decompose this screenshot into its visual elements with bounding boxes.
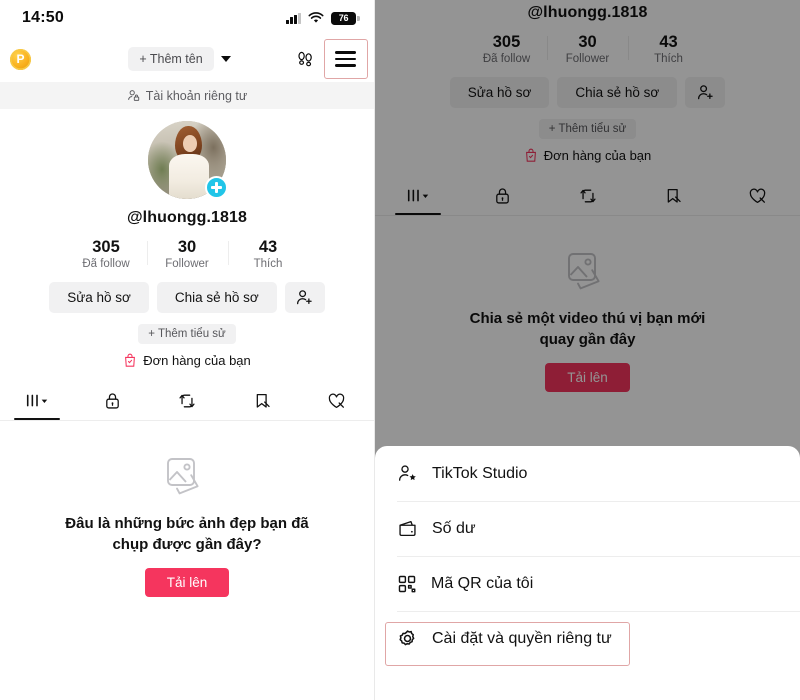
upload-button[interactable]: Tải lên xyxy=(144,568,230,597)
avatar-wrap[interactable] xyxy=(148,121,228,199)
status-time: 14:50 xyxy=(22,9,64,26)
hamburger-menu-icon[interactable] xyxy=(335,51,357,67)
stat-value: 43 xyxy=(258,238,278,256)
tab-saved[interactable] xyxy=(224,382,299,420)
menu-item-tiktok-studio[interactable]: TikTok Studio xyxy=(375,446,800,501)
photo-stack-icon xyxy=(162,455,212,499)
empty-state-photos: Đâu là những bức ảnh đẹp bạn đã chụp đượ… xyxy=(0,455,374,597)
stat-likes[interactable]: 43 Thích xyxy=(227,238,309,270)
stat-label: Thích xyxy=(253,258,283,270)
stat-label: Đã follow xyxy=(82,258,130,270)
tab-grid[interactable] xyxy=(0,382,75,420)
footprints-icon[interactable] xyxy=(290,44,320,74)
edit-profile-button[interactable]: Sửa hồ sơ xyxy=(49,282,149,313)
add-bio-chip[interactable]: + Thêm tiểu sử xyxy=(138,324,236,344)
stat-value: 30 xyxy=(177,238,197,256)
cellular-bars-icon xyxy=(286,12,301,24)
profile-handle: @lhuongg.1818 xyxy=(126,209,248,226)
profile-header: @lhuongg.1818 305 Đã follow 30 Follower … xyxy=(0,109,374,421)
screen: 14:50 76 P + Thêm tên Tài khoản riêng tư… xyxy=(0,0,800,700)
tab-repost[interactable] xyxy=(150,382,225,420)
menu-item-label: Số dư xyxy=(432,519,476,537)
your-orders-row[interactable]: Đơn hàng của bạn xyxy=(123,353,251,368)
status-bar: 14:50 76 xyxy=(0,0,374,36)
share-profile-button[interactable]: Chia sẻ hồ sơ xyxy=(156,282,277,313)
top-nav: P + Thêm tên xyxy=(0,36,374,82)
your-orders-label: Đơn hàng của bạn xyxy=(143,353,251,368)
shopping-bag-icon xyxy=(123,353,137,368)
menu-item-label: Cài đặt và quyền riêng tư xyxy=(432,629,612,647)
gear-icon xyxy=(397,628,418,649)
stat-label: Follower xyxy=(165,258,209,270)
left-phone-panel: 14:50 76 P + Thêm tên Tài khoản riêng tư… xyxy=(0,0,375,700)
battery-icon: 76 xyxy=(331,11,360,25)
profile-actions: Sửa hồ sơ Chia sẻ hồ sơ xyxy=(49,282,325,313)
battery-level: 76 xyxy=(338,13,349,23)
tab-liked[interactable] xyxy=(299,382,374,420)
empty-state-title: Đâu là những bức ảnh đẹp bạn đã chụp đượ… xyxy=(65,515,309,553)
person-lock-icon xyxy=(127,89,140,102)
add-name-chip[interactable]: + Thêm tên xyxy=(128,47,214,71)
right-phone-panel: @lhuongg.1818 305 Đã follow 30 Follower … xyxy=(375,0,800,700)
menu-item-label: Mã QR của tôi xyxy=(431,574,534,592)
bottom-sheet-menu: TikTok Studio Số dư Mã QR của tôi Cài đặ… xyxy=(375,446,800,700)
wallet-icon xyxy=(397,518,418,539)
add-person-icon[interactable] xyxy=(284,282,325,313)
private-account-banner: Tài khoản riêng tư xyxy=(0,82,374,109)
add-name-control[interactable]: + Thêm tên xyxy=(128,47,231,71)
chevron-down-icon[interactable] xyxy=(220,56,231,62)
profile-stats: 305 Đã follow 30 Follower 43 Thích xyxy=(66,238,309,270)
nav-right-actions xyxy=(290,39,368,79)
person-star-icon xyxy=(397,463,418,484)
status-indicators: 76 xyxy=(286,11,360,25)
plus-badge-icon[interactable] xyxy=(205,176,228,199)
qr-code-icon xyxy=(397,574,417,594)
tab-private[interactable] xyxy=(75,382,150,420)
stat-following[interactable]: 305 Đã follow xyxy=(66,238,147,270)
tabs-divider xyxy=(0,420,374,421)
profile-tabs xyxy=(0,382,374,420)
wifi-icon xyxy=(308,12,324,24)
hamburger-menu-highlight[interactable] xyxy=(323,39,368,79)
menu-item-my-qr-code[interactable]: Mã QR của tôi xyxy=(375,556,800,611)
stat-value: 305 xyxy=(92,238,120,256)
menu-item-balance[interactable]: Số dư xyxy=(375,501,800,556)
points-badge-icon[interactable]: P xyxy=(10,48,31,70)
menu-item-settings-privacy[interactable]: Cài đặt và quyền riêng tư xyxy=(375,611,800,666)
private-account-label: Tài khoản riêng tư xyxy=(145,88,248,103)
stat-followers[interactable]: 30 Follower xyxy=(146,238,228,270)
menu-item-label: TikTok Studio xyxy=(432,464,528,482)
